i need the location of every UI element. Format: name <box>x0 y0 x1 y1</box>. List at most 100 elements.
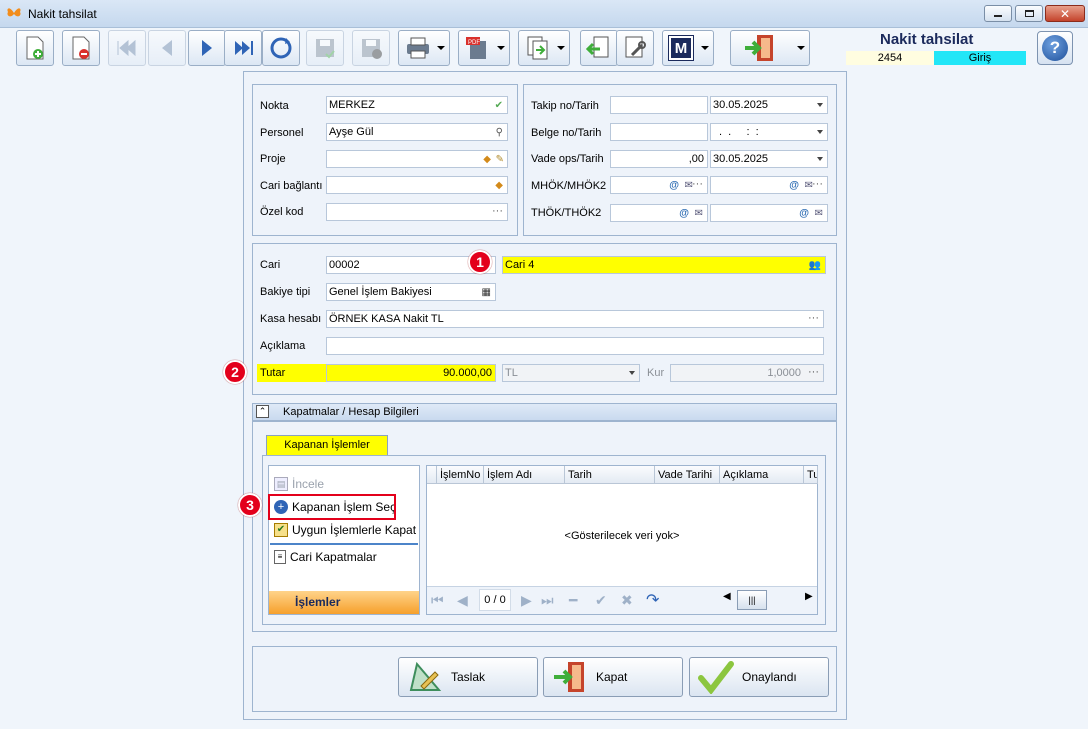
cancel-icon[interactable]: ✖ <box>621 592 633 609</box>
column-header-islemno[interactable]: İşlemNo <box>437 466 484 484</box>
thok2-field[interactable]: @ ✉ <box>710 204 828 222</box>
settings-button[interactable] <box>616 30 654 66</box>
redo-icon[interactable]: ↷ <box>646 590 659 610</box>
belge-date-field[interactable]: . . : : <box>710 123 828 141</box>
column-header-tarih[interactable]: Tarih <box>565 466 655 484</box>
first-record-icon <box>117 39 136 57</box>
vade-ops-value: ,00 <box>688 153 704 165</box>
mhok-label: MHÖK/MHÖK2 <box>531 180 607 192</box>
belge-no-field[interactable] <box>610 123 708 141</box>
new-document-icon <box>26 36 44 60</box>
envelope-icon: ✉ <box>814 208 823 219</box>
pdf-button[interactable]: PDF <box>458 30 510 66</box>
refresh-button[interactable] <box>262 30 300 66</box>
uygun-islemlerle-kapat-item[interactable]: ✔ Uygun İşlemlerle Kapat <box>274 520 416 540</box>
nokta-field[interactable]: MERKEZ ✔ <box>326 96 508 114</box>
incele-item[interactable]: ▤ İncele <box>274 474 324 494</box>
maximize-button[interactable] <box>1015 5 1043 22</box>
kapanan-islemler-grid: İşlemNo İşlem Adı Tarih Vade Tarihi Açık… <box>426 465 818 615</box>
calculator-icon: ▦ <box>481 287 491 298</box>
onaylandi-button[interactable]: Onaylandı <box>689 657 829 697</box>
column-header-islem-adi[interactable]: İşlem Adı <box>484 466 565 484</box>
cari-baglanti-field[interactable]: ◆ <box>326 176 508 194</box>
chevron-down-icon <box>817 103 823 107</box>
svg-text:PDF: PDF <box>468 40 480 46</box>
save-close-button[interactable] <box>352 30 390 66</box>
maximize-icon <box>1024 10 1034 17</box>
taslak-button[interactable]: Taslak <box>398 657 538 697</box>
exit-button[interactable] <box>730 30 810 66</box>
next-page-icon[interactable]: ▶ <box>521 592 532 609</box>
takip-date-field[interactable]: 30.05.2025 <box>710 96 828 114</box>
close-button[interactable]: ✕ <box>1045 5 1085 22</box>
kasa-hesabi-field[interactable]: ÖRNEK KASA Nakit TL ··· <box>326 310 824 328</box>
tutar-field[interactable]: 90.000,00 <box>326 364 496 382</box>
minus-icon[interactable]: ━ <box>569 592 577 609</box>
save-button[interactable] <box>306 30 344 66</box>
minimize-button[interactable] <box>984 5 1012 22</box>
print-button[interactable] <box>398 30 450 66</box>
aciklama-field[interactable] <box>326 337 824 355</box>
row-indicator-header <box>427 466 437 484</box>
takip-no-field[interactable] <box>610 96 708 114</box>
vade-date-field[interactable]: 30.05.2025 <box>710 150 828 168</box>
kapat-button[interactable]: Kapat <box>543 657 683 697</box>
kapat-label: Kapat <box>596 670 628 684</box>
personel-label: Personel <box>260 127 304 139</box>
save-close-icon <box>362 39 382 59</box>
horizontal-scroll-thumb[interactable]: ||| <box>737 590 767 610</box>
ellipsis-icon: ··· <box>492 205 503 217</box>
m-menu-button[interactable]: M <box>662 30 714 66</box>
next-record-button[interactable] <box>188 30 226 66</box>
collapse-icon[interactable]: ⌃ <box>256 405 269 418</box>
first-record-button[interactable] <box>108 30 146 66</box>
chevron-down-icon <box>437 46 445 50</box>
copy-button[interactable] <box>518 30 570 66</box>
bakiye-label: Bakiye tipi <box>260 286 311 298</box>
scroll-left-icon[interactable]: ◀ <box>723 591 731 602</box>
column-header-vade-tarihi[interactable]: Vade Tarihi <box>655 466 720 484</box>
first-page-icon[interactable]: ⏮ <box>431 592 444 609</box>
previous-record-button[interactable] <box>148 30 186 66</box>
ozel-kod-field[interactable]: ··· <box>326 203 508 221</box>
kapatmalar-section-header[interactable]: ⌃ Kapatmalar / Hesap Bilgileri <box>252 403 837 421</box>
vade-ops-field[interactable]: ,00 <box>610 150 708 168</box>
delete-button[interactable] <box>62 30 100 66</box>
check-icon[interactable]: ✔ <box>595 592 607 609</box>
scroll-right-icon[interactable]: ▶ <box>805 591 813 602</box>
cari-kapatmalar-item[interactable]: ≡ Cari Kapatmalar <box>274 547 377 567</box>
chevron-down-icon <box>629 371 635 375</box>
at-icon: @ <box>789 180 799 191</box>
previous-page-icon[interactable]: ◀ <box>457 592 468 609</box>
kur-value: 1,0000 <box>767 367 801 379</box>
takip-date-value: 30.05.2025 <box>713 99 769 111</box>
mhok-field[interactable]: @ ✉ ··· <box>610 176 708 194</box>
personel-field[interactable]: Ayşe Gül ⚲ <box>326 123 508 141</box>
pdf-icon: PDF <box>466 37 486 59</box>
proje-field[interactable]: ◆ ✎ <box>326 150 508 168</box>
tutar-label: Tutar <box>257 364 327 382</box>
cari-baglanti-label: Cari bağlantı <box>260 180 323 192</box>
column-header-tutar[interactable]: Tu <box>804 466 818 484</box>
thok-field[interactable]: @ ✉ <box>610 204 708 222</box>
mhok2-field[interactable]: @ ✉ ··· <box>710 176 828 194</box>
import-button[interactable] <box>580 30 618 66</box>
step-badge-2: 2 <box>223 360 247 384</box>
cari-name-field[interactable]: Cari 4 👥 <box>502 256 826 274</box>
draft-icon <box>409 661 442 691</box>
last-page-icon[interactable]: ⏭ <box>541 592 554 609</box>
tab-kapanan-islemler[interactable]: Kapanan İşlemler <box>266 435 388 456</box>
document-icon: ≡ <box>274 550 286 564</box>
help-button[interactable]: ? <box>1037 31 1073 65</box>
currency-select[interactable]: TL <box>502 364 640 382</box>
column-header-aciklama[interactable]: Açıklama <box>720 466 804 484</box>
print-icon <box>407 37 429 59</box>
new-button[interactable] <box>16 30 54 66</box>
import-icon <box>586 36 609 58</box>
document-number: 2454 <box>846 51 934 65</box>
kur-field[interactable]: 1,0000 ··· <box>670 364 824 382</box>
islemler-footer[interactable]: İşlemler <box>269 591 419 614</box>
bakiye-tipi-field[interactable]: Genel İşlem Bakiyesi ▦ <box>326 283 496 301</box>
nokta-label: Nokta <box>260 100 289 112</box>
last-record-button[interactable] <box>224 30 262 66</box>
